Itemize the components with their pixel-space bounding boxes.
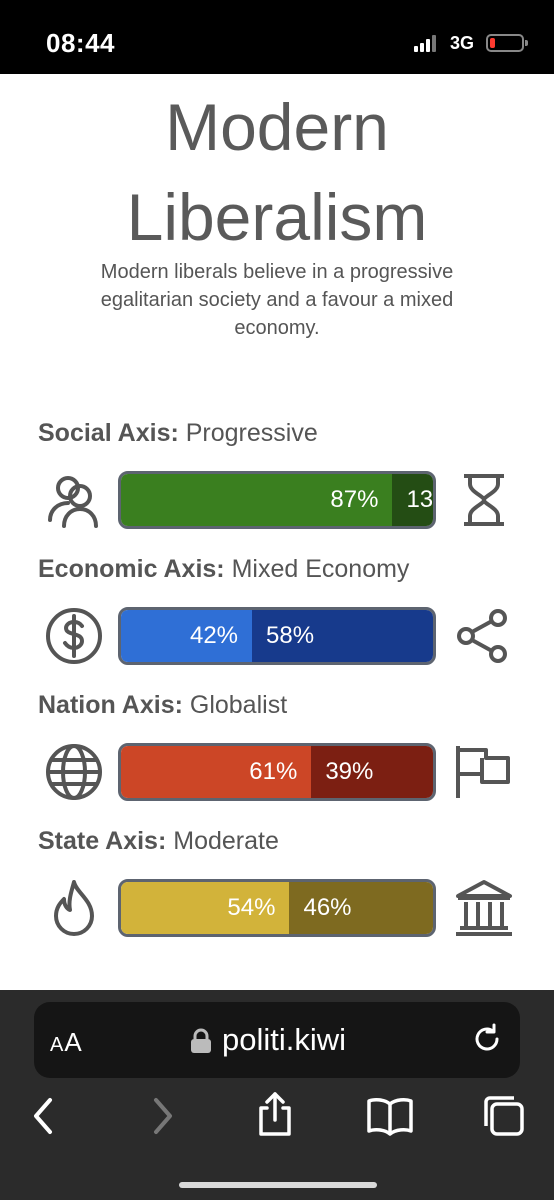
state-left-segment: 54% — [121, 882, 290, 934]
axis-value: Moderate — [173, 827, 279, 855]
bookmarks-icon[interactable] — [366, 1094, 413, 1138]
share-sheet-icon[interactable] — [253, 1090, 297, 1136]
page-title-line2: Liberalism — [126, 180, 428, 254]
hourglass-icon — [452, 468, 516, 532]
axis-value: Mixed Economy — [231, 555, 410, 583]
social-right-segment: 13% — [392, 474, 433, 526]
people-icon — [42, 468, 106, 532]
state-left-pct: 54% — [227, 894, 276, 921]
battery-icon — [486, 34, 528, 52]
bank-icon — [452, 876, 516, 940]
page-subtitle: Modern liberals believe in a progressive… — [100, 261, 454, 339]
axis-heading-economic: Economic Axis: Mixed Economy — [38, 555, 409, 584]
nation-right-pct: 39% — [325, 758, 374, 785]
globe-icon — [42, 740, 106, 804]
nation-left-segment: 61% — [121, 746, 312, 798]
text-size-button[interactable]: AA — [50, 1027, 83, 1058]
back-icon[interactable] — [22, 1094, 66, 1138]
economic-left-pct: 42% — [189, 622, 239, 649]
axis-name: Nation Axis: — [38, 691, 183, 719]
page-title-line1: Modern — [165, 90, 389, 164]
share-icon — [452, 604, 516, 668]
flag-icon — [452, 740, 516, 804]
signal-icon — [414, 34, 440, 52]
reload-icon[interactable] — [470, 1022, 504, 1056]
axis-heading-social: Social Axis: Progressive — [38, 419, 318, 448]
home-indicator — [179, 1182, 377, 1188]
text-size-small: A — [50, 1034, 65, 1056]
axis-value: Progressive — [185, 419, 318, 447]
social-left-segment: 87% — [121, 474, 393, 526]
page-title: Modern Liberalism — [0, 82, 554, 262]
axis-heading-state: State Axis: Moderate — [38, 827, 279, 856]
dollar-icon — [42, 604, 106, 668]
flame-icon — [42, 876, 106, 940]
network-type: 3G — [450, 33, 475, 53]
social-axis-bar: 87% 13% — [118, 471, 436, 529]
economic-right-pct: 58% — [266, 622, 315, 649]
lock-icon — [190, 1028, 212, 1054]
state-axis-bar: 54% 46% — [118, 879, 436, 937]
text-size-large: A — [64, 1027, 83, 1057]
axis-name: Social Axis: — [38, 419, 179, 447]
economic-right-segment: 58% — [252, 610, 433, 662]
url-text[interactable]: politi.kiwi — [222, 1022, 346, 1058]
nation-right-segment: 39% — [311, 746, 433, 798]
status-bar: 08:44 3G — [0, 0, 554, 74]
state-right-segment: 46% — [289, 882, 433, 934]
state-right-pct: 46% — [303, 894, 352, 921]
tabs-icon[interactable] — [480, 1092, 524, 1136]
forward-icon[interactable] — [140, 1094, 184, 1138]
axis-value: Globalist — [189, 691, 288, 719]
axis-heading-nation: Nation Axis: Globalist — [38, 691, 287, 720]
economic-left-segment: 42% — [121, 610, 253, 662]
nation-axis-bar: 61% 39% — [118, 743, 436, 801]
status-time: 08:44 — [46, 28, 115, 58]
axis-name: Economic Axis: — [38, 555, 225, 583]
nation-left-pct: 61% — [249, 758, 298, 785]
economic-axis-bar: 42% 58% — [118, 607, 436, 665]
social-right-pct: 13% — [406, 486, 433, 513]
social-left-pct: 87% — [330, 486, 379, 513]
axis-name: State Axis: — [38, 827, 167, 855]
